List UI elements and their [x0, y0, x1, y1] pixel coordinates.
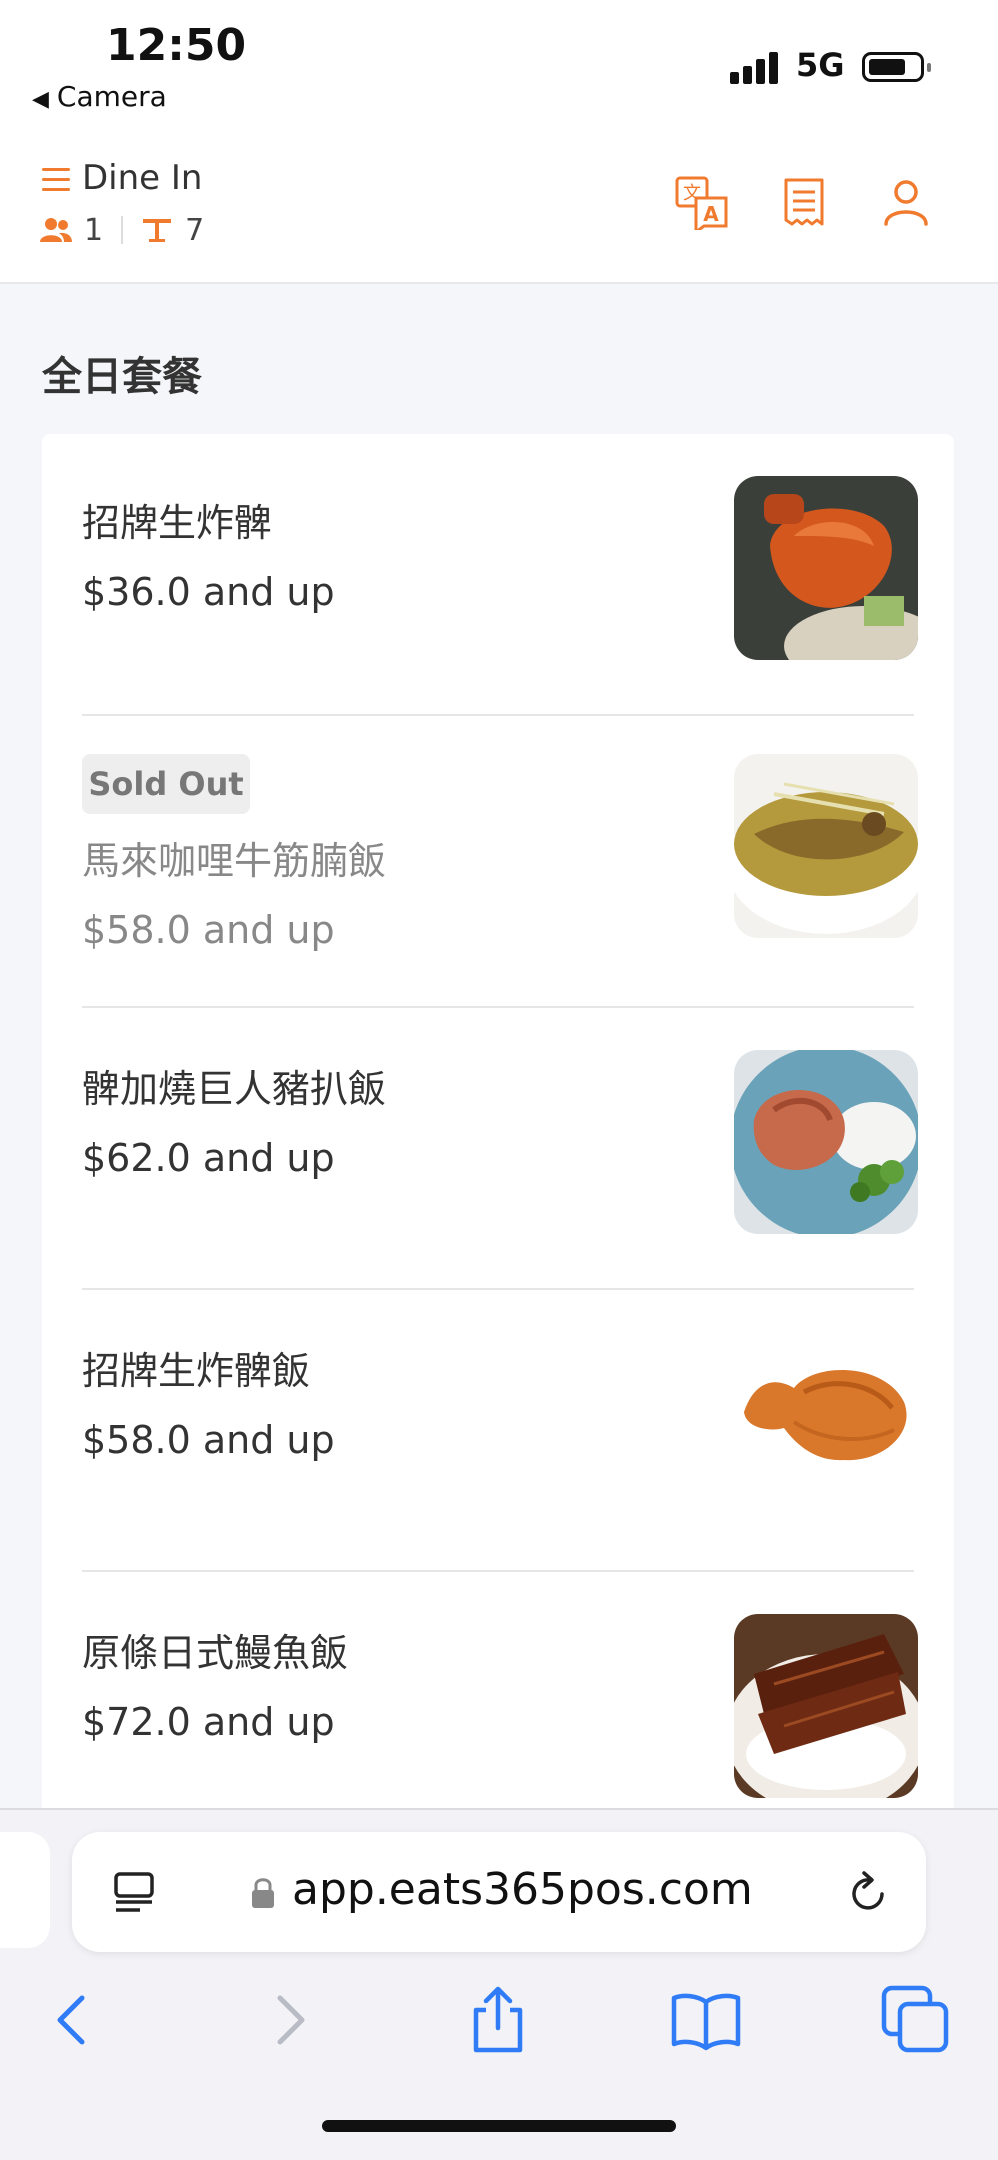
- item-name: 招牌生炸髀: [82, 501, 273, 545]
- item-name: 原條日式鰻魚飯: [82, 1631, 349, 1675]
- order-meta: 1 7: [40, 210, 204, 250]
- previous-tab-preview[interactable]: [0, 1832, 50, 1948]
- menu-list: 招牌生炸髀 $36.0 and up Sold Out 馬來咖哩牛筋腩飯 $58…: [42, 434, 954, 1814]
- user-icon[interactable]: [878, 174, 934, 230]
- battery-icon: [862, 52, 931, 82]
- item-price: $58.0 and up: [82, 908, 335, 952]
- item-name: 髀加燒巨人豬扒飯: [82, 1067, 387, 1111]
- page-menu-icon[interactable]: [110, 1868, 158, 1916]
- menu-item[interactable]: 原條日式鰻魚飯 $72.0 and up: [42, 1572, 954, 1814]
- browser-toolbar: [0, 1960, 998, 2080]
- menu-item[interactable]: 髀加燒巨人豬扒飯 $62.0 and up: [42, 1008, 954, 1288]
- eel-rice-thumbnail: [734, 1614, 918, 1798]
- menu-item[interactable]: 招牌生炸髀飯 $58.0 and up: [42, 1290, 954, 1570]
- guest-count: 1: [84, 212, 104, 248]
- clock: 12:50: [106, 20, 247, 71]
- menu-item[interactable]: 招牌生炸髀 $36.0 and up: [42, 434, 954, 714]
- item-price: $72.0 and up: [82, 1700, 335, 1744]
- item-name: 招牌生炸髀飯: [82, 1349, 311, 1393]
- fried-chicken-leg-thumbnail: [734, 1332, 918, 1516]
- cellular-signal-icon: [730, 52, 782, 84]
- pork-chop-thumbnail: [734, 1050, 918, 1234]
- menu-item[interactable]: Sold Out 馬來咖哩牛筋腩飯 $58.0 and up: [42, 716, 954, 1006]
- home-indicator: [322, 2120, 676, 2132]
- item-price: $58.0 and up: [82, 1418, 335, 1462]
- fried-chicken-thumbnail: [734, 476, 918, 660]
- network-type: 5G: [796, 46, 845, 84]
- back-triangle-icon: ◀: [32, 87, 49, 112]
- curry-beef-thumbnail: [734, 754, 918, 938]
- bookmarks-icon[interactable]: [670, 1984, 742, 2056]
- table-icon: [143, 219, 172, 242]
- item-name: 馬來咖哩牛筋腩飯: [82, 839, 387, 883]
- back-icon[interactable]: [38, 1984, 110, 2056]
- meta-divider: [121, 216, 124, 244]
- back-app-label: Camera: [56, 80, 167, 113]
- tabs-icon[interactable]: [880, 1984, 952, 2056]
- url-text: app.eats365pos.com: [292, 1864, 753, 1915]
- receipt-icon[interactable]: [776, 174, 832, 230]
- category-title: 全日套餐: [42, 354, 202, 400]
- lock-icon: [252, 1878, 274, 1908]
- guests-icon: [40, 218, 72, 242]
- menu-icon[interactable]: [42, 168, 70, 192]
- translate-icon[interactable]: 文 A: [674, 174, 730, 230]
- address-bar[interactable]: app.eats365pos.com: [72, 1832, 926, 1952]
- app-header: Dine In 1 7 文 A: [0, 140, 998, 284]
- back-to-app-link[interactable]: ◀ Camera: [32, 80, 167, 113]
- table-number: 7: [185, 212, 205, 248]
- browser-chrome: app.eats365pos.com: [0, 1808, 998, 2160]
- item-price: $36.0 and up: [82, 570, 335, 614]
- reload-icon[interactable]: [844, 1868, 892, 1916]
- svg-text:A: A: [703, 202, 719, 226]
- share-icon[interactable]: [462, 1984, 534, 2056]
- item-price: $62.0 and up: [82, 1136, 335, 1180]
- forward-icon[interactable]: [252, 1984, 324, 2056]
- sold-out-badge: Sold Out: [82, 754, 250, 814]
- status-bar: 12:50 ◀ Camera 5G: [0, 0, 998, 140]
- dining-mode-title[interactable]: Dine In: [82, 158, 202, 198]
